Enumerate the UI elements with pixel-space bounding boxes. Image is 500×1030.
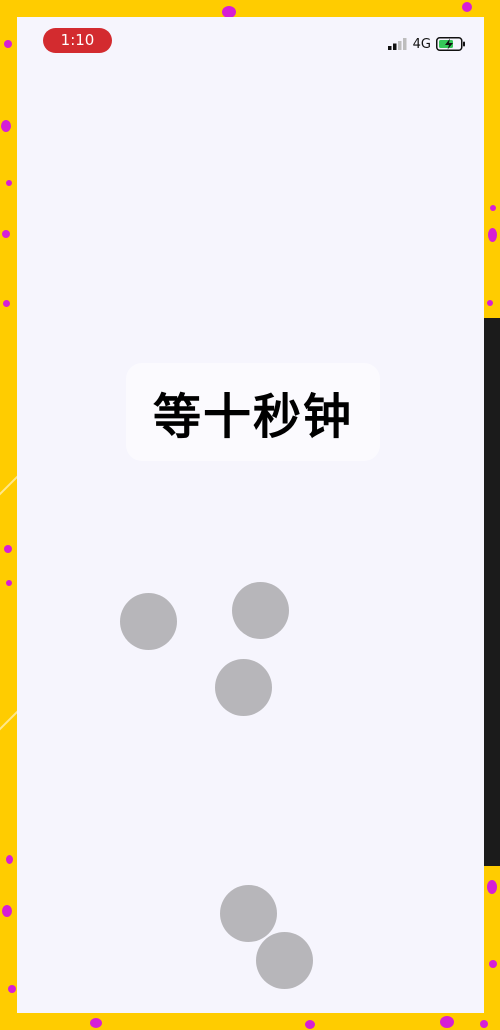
gray-circle — [232, 582, 289, 639]
gray-circle — [256, 932, 313, 989]
signal-icon — [387, 38, 407, 50]
status-bar: 1:10 4G — [17, 17, 484, 71]
status-indicators: 4G — [387, 36, 466, 52]
battery-charging-icon — [436, 37, 465, 51]
title-card: 等十秒钟 — [126, 363, 380, 461]
background-photo-edge — [484, 318, 500, 866]
phone-screen: 1:10 4G 等十秒钟 — [17, 17, 484, 1013]
gray-circle — [220, 885, 277, 942]
page-title: 等十秒钟 — [152, 389, 353, 445]
gray-circle — [215, 659, 272, 716]
gray-circle — [120, 593, 177, 650]
status-time: 1:10 — [43, 28, 112, 53]
network-type: 4G — [412, 36, 431, 52]
